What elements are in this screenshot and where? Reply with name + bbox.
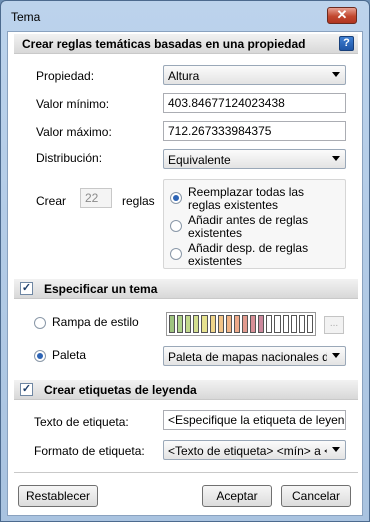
ramp-swatch (225, 315, 232, 333)
palette-select[interactable]: Paleta de mapas nacionales de U (163, 346, 346, 366)
dialog-body: Crear reglas temáticas basadas en una pr… (7, 31, 363, 516)
ramp-swatch (298, 315, 305, 333)
label-text-input[interactable]: <Especifique la etiqueta de leyenda> (163, 410, 346, 430)
chevron-down-icon (332, 156, 340, 161)
chevron-down-icon (332, 353, 340, 358)
max-value-label: Valor máximo: (36, 125, 112, 139)
ramp-swatch (201, 315, 208, 333)
section-header-theme: ✓ Especificar un tema (14, 279, 358, 299)
ramp-swatch (306, 315, 313, 333)
specify-theme-checkbox[interactable]: ✓ (20, 282, 33, 295)
label-format-select-value: <Texto de etiqueta> <mín> a <má (168, 444, 327, 458)
min-value-label: Valor mínimo: (36, 97, 110, 111)
ramp-swatch (185, 315, 192, 333)
ramp-swatch (282, 315, 289, 333)
ramp-swatch (290, 315, 297, 333)
ramp-swatch (250, 315, 257, 333)
ramp-swatch (169, 315, 176, 333)
property-select[interactable]: Altura (163, 65, 346, 85)
style-ramp-label: Rampa de estilo (52, 315, 139, 329)
label-format-select[interactable]: <Texto de etiqueta> <mín> a <má (163, 440, 346, 460)
property-select-value: Altura (168, 69, 200, 83)
legend-labels-checkbox[interactable]: ✓ (20, 383, 33, 396)
max-value-input[interactable]: 712.267333984375 (163, 121, 346, 141)
section-title-legend: Crear etiquetas de leyenda (44, 383, 197, 397)
distribution-select[interactable]: Equivalente (163, 149, 346, 169)
palette-label: Paleta (52, 348, 87, 362)
label-text-label: Texto de etiqueta: (34, 415, 129, 429)
rules-count-input[interactable]: 22 (80, 188, 112, 208)
distribution-select-value: Equivalente (168, 153, 231, 167)
palette-select-value: Paleta de mapas nacionales de U (168, 350, 327, 364)
label-format-label: Formato de etiqueta: (34, 444, 145, 458)
radio-palette[interactable] (34, 350, 46, 362)
ramp-swatch (177, 315, 184, 333)
rule-options-group: Reemplazar todas las reglas existentes A… (163, 179, 346, 269)
radio-replace-label: Reemplazar todas las reglas existentes (188, 185, 305, 212)
min-value-input[interactable]: 403.84677124023438 (163, 93, 346, 113)
section-header-legend: ✓ Crear etiquetas de leyenda (14, 380, 358, 400)
distribution-label: Distribución: (36, 151, 103, 165)
ramp-swatch (274, 315, 281, 333)
radio-replace-rules[interactable] (170, 192, 182, 204)
section-title-theme: Especificar un tema (44, 282, 158, 296)
ramp-swatch (241, 315, 249, 333)
help-icon[interactable]: ? (339, 36, 354, 51)
close-button[interactable]: ✕ (327, 7, 357, 24)
radio-add-after[interactable] (170, 248, 182, 260)
ramp-swatch (258, 315, 265, 333)
chevron-down-icon (332, 447, 340, 452)
radio-add-after-label: Añadir desp. de reglas existentes (188, 241, 309, 268)
ramp-swatch (233, 315, 240, 333)
accept-button[interactable]: Aceptar (202, 485, 272, 507)
ramp-swatch (266, 315, 273, 333)
radio-add-before[interactable] (170, 220, 182, 232)
ramp-swatch (193, 315, 200, 333)
window-title: Tema (11, 10, 41, 24)
chevron-down-icon (332, 72, 340, 77)
rules-label: reglas (122, 194, 155, 208)
create-label: Crear (36, 194, 67, 208)
radio-style-ramp[interactable] (34, 317, 46, 329)
divider (14, 472, 358, 473)
theme-dialog: Tema ✕ Crear reglas temáticas basadas en… (0, 0, 370, 522)
radio-add-before-label: Añadir antes de reglas existentes (188, 213, 309, 240)
ramp-swatch (209, 315, 216, 333)
cancel-button[interactable]: Cancelar (281, 485, 351, 507)
property-label: Propiedad: (36, 69, 95, 83)
section-title-rules: Crear reglas temáticas basadas en una pr… (22, 37, 306, 51)
section-header-rules: Crear reglas temáticas basadas en una pr… (14, 34, 358, 54)
ellipsis-button[interactable]: ... (324, 316, 344, 334)
ramp-swatch (217, 315, 224, 333)
title-bar[interactable]: Tema ✕ (1, 1, 369, 31)
style-ramp-preview[interactable] (166, 312, 316, 336)
reset-button[interactable]: Restablecer (18, 485, 98, 507)
